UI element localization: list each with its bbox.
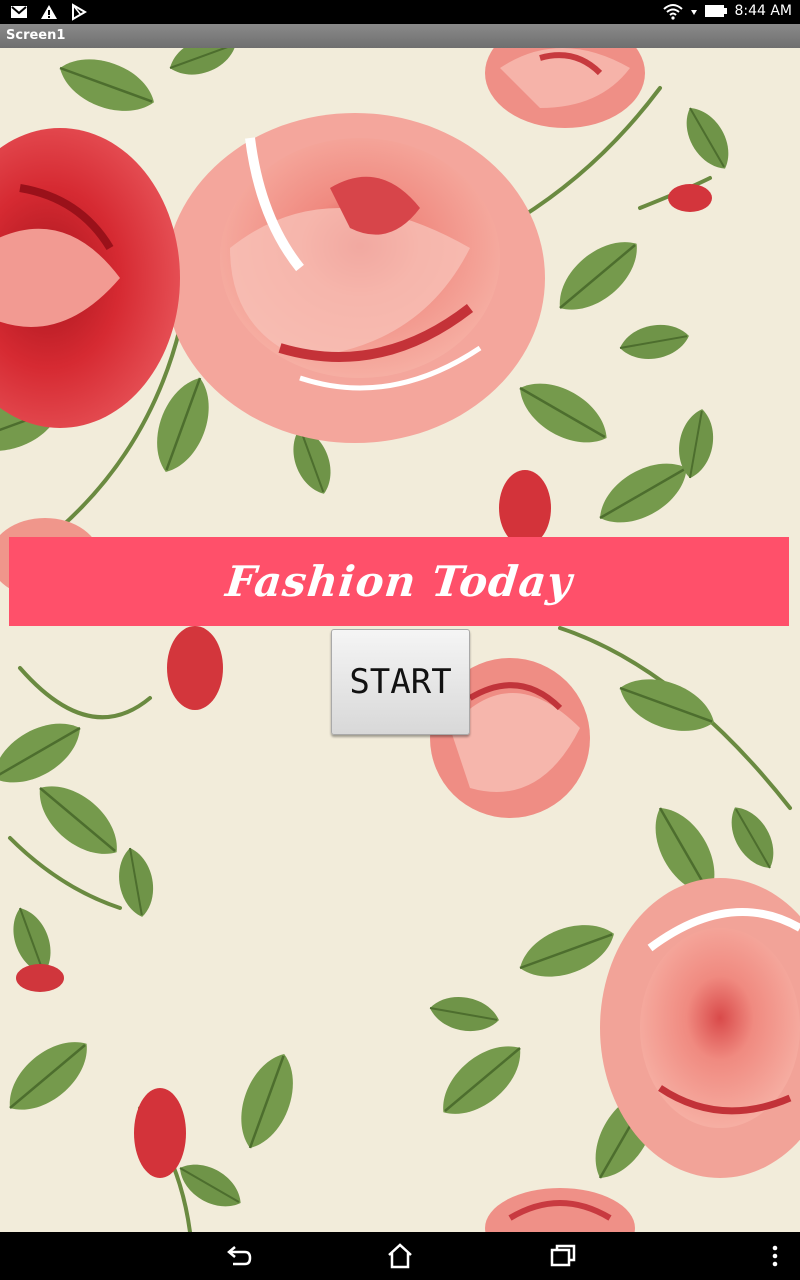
app-title-banner: Fashion Today [9, 537, 789, 626]
status-bar: 8:44 AM [0, 0, 800, 24]
back-icon[interactable] [223, 1242, 253, 1270]
wifi-icon [663, 4, 684, 20]
navigation-bar [0, 1232, 800, 1280]
status-time: 8:44 AM [734, 3, 792, 19]
start-button-label: START [349, 662, 452, 702]
main-screen: Fashion Today START [0, 48, 800, 1232]
gmail-icon [11, 6, 27, 18]
recents-icon[interactable] [548, 1242, 578, 1270]
title-bar: Screen1 [0, 24, 800, 48]
home-icon[interactable] [385, 1242, 415, 1270]
battery-icon [705, 5, 728, 17]
menu-icon[interactable] [760, 1242, 790, 1270]
start-button[interactable]: START [331, 629, 470, 735]
app-title: Fashion Today [223, 557, 575, 606]
screen-title: Screen1 [6, 28, 66, 43]
play-store-icon [72, 3, 87, 21]
warning-icon [41, 5, 57, 19]
wifi-arrow-icon [691, 10, 698, 15]
